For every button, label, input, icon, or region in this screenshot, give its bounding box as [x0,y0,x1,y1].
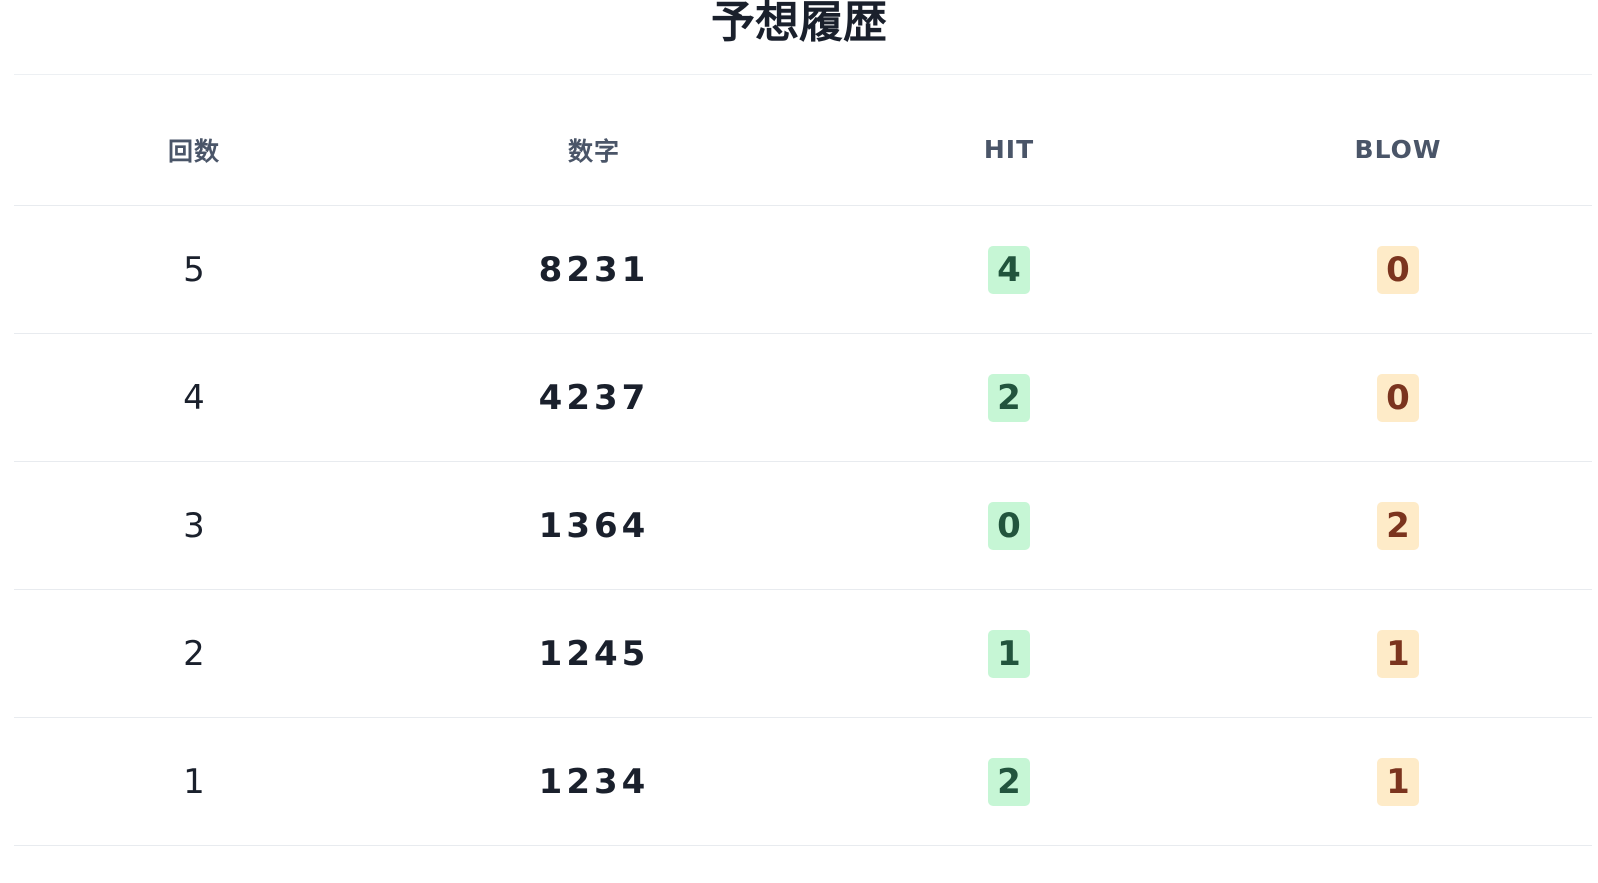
hit-cell: 0 [814,461,1204,590]
blow-badge: 1 [1377,629,1419,678]
blow-cell: 0 [1204,333,1592,462]
guess-number-cell: 8231 [374,205,814,334]
round-cell: 5 [14,205,374,334]
round-cell: 4 [14,333,374,462]
blow-cell: 1 [1204,717,1592,846]
table-row: 4 4237 2 0 [14,333,1592,462]
guess-number-cell: 1245 [374,589,814,718]
blow-badge: 1 [1377,757,1419,806]
blow-cell: 0 [1204,205,1592,334]
header-blow: BLOW [1204,94,1592,206]
guess-number-cell: 1364 [374,461,814,590]
hit-badge: 1 [988,629,1030,678]
title-divider [14,74,1592,75]
guess-history-page: 予想履歴 回数 数字 HIT BLOW 5 8231 4 0 4 4237 2 … [0,0,1598,883]
hit-cell: 1 [814,589,1204,718]
table-row: 5 8231 4 0 [14,205,1592,334]
table-row: 3 1364 0 2 [14,461,1592,590]
guess-number-cell: 4237 [374,333,814,462]
header-hit: HIT [814,94,1204,206]
table-row: 2 1245 1 1 [14,589,1592,718]
page-title: 予想履歴 [711,0,887,48]
table-row: 1 1234 2 1 [14,717,1592,846]
hit-cell: 2 [814,333,1204,462]
blow-cell: 2 [1204,461,1592,590]
blow-badge: 0 [1377,373,1419,422]
hit-badge: 2 [988,757,1030,806]
round-cell: 3 [14,461,374,590]
hit-cell: 4 [814,205,1204,334]
header-number: 数字 [374,94,814,206]
hit-badge: 2 [988,373,1030,422]
hit-badge: 4 [988,245,1030,294]
hit-badge: 0 [988,501,1030,550]
round-cell: 2 [14,589,374,718]
blow-badge: 2 [1377,501,1419,550]
hit-cell: 2 [814,717,1204,846]
blow-cell: 1 [1204,589,1592,718]
table-body: 5 8231 4 0 4 4237 2 0 3 1364 0 2 2 1245 … [14,205,1592,846]
guess-history-table: 回数 数字 HIT BLOW 5 8231 4 0 4 4237 2 0 3 1… [14,94,1592,846]
table-header: 回数 数字 HIT BLOW [14,94,1592,206]
round-cell: 1 [14,717,374,846]
guess-number-cell: 1234 [374,717,814,846]
blow-badge: 0 [1377,245,1419,294]
header-round: 回数 [14,94,374,206]
header-row: 回数 数字 HIT BLOW [14,94,1592,206]
